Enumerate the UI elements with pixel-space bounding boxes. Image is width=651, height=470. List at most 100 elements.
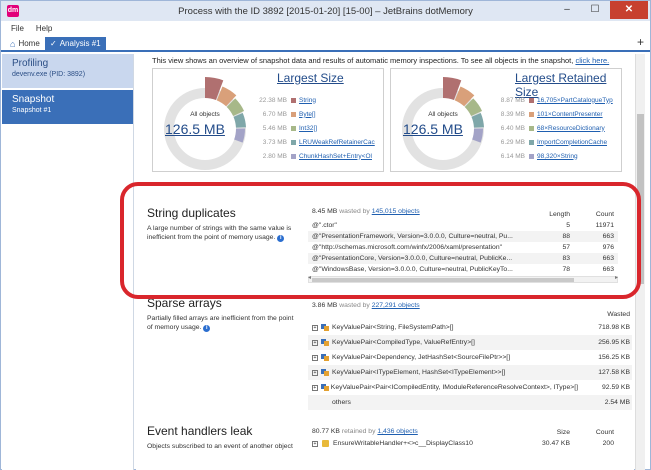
table-row[interactable]: + KeyValuePair<Dependency, JetHashSet<Sou… <box>308 350 632 365</box>
list-item[interactable]: 22.38 MB String <box>253 93 383 107</box>
close-button[interactable]: ✕ <box>610 1 648 19</box>
item-name-link[interactable]: ImportCompletionCache <box>537 139 607 146</box>
menu-help[interactable]: Help <box>36 24 52 33</box>
item-name-link[interactable]: LRUWeakRefRetainerCac <box>299 139 375 146</box>
array-type-label: KeyValuePair<Dependency, JetHashSet<Sour… <box>332 354 511 361</box>
column-size[interactable]: Size <box>530 429 570 436</box>
wasted-value: 156.25 KB <box>598 354 630 361</box>
item-size: 8.87 MB <box>500 96 525 104</box>
array-type: + KeyValuePair<String, FileSystemPath>[] <box>308 324 578 331</box>
color-swatch-icon <box>529 125 534 131</box>
sparse-arrays-desc-text: Partially filled arrays are inefficient … <box>147 315 294 331</box>
item-name-link[interactable]: ChunkHashSet+Entry<Ol <box>299 153 372 160</box>
largest-retained-list: 8.87 MB 16,705×PartCatalogueTyp 8.39 MB 101… <box>491 93 621 163</box>
handler-name-label: EnsureWritableHandler+<>c__DisplayClass1… <box>333 440 473 447</box>
home-icon: ⌂ <box>10 39 16 49</box>
table-row[interactable]: + KeyValuePair<Pair<ICompiledEntity, IMod… <box>308 380 632 395</box>
list-item[interactable]: 5.46 MB Int32[] <box>253 121 383 135</box>
table-row[interactable]: @"PresentationFramework, Version=3.0.0.0… <box>308 231 618 242</box>
wasted-value: 92.59 KB <box>602 384 630 391</box>
sparse-arrays-table: Wasted + KeyValuePair<String, FileSystemP… <box>308 308 632 410</box>
vertical-scrollbar[interactable] <box>635 54 645 470</box>
scrollbar-thumb[interactable] <box>637 114 644 284</box>
string-count: 663 <box>602 255 614 262</box>
scroll-left-arrow-icon[interactable]: ◂ <box>308 274 311 281</box>
string-count: 11971 <box>595 222 614 229</box>
item-name-link[interactable]: 16,705×PartCatalogueTyp <box>537 97 613 104</box>
list-item[interactable]: 8.39 MB 101×ContentPresenter <box>491 107 621 121</box>
item-size: 6.40 MB <box>500 124 525 132</box>
list-item[interactable]: 6.40 MB 68×ResourceDictionary <box>491 121 621 135</box>
tab-analysis[interactable]: ✓ Analysis #1 <box>45 37 106 51</box>
item-name-link[interactable]: Byte[] <box>299 111 316 118</box>
array-type-label: KeyValuePair<Pair<ICompiledEntity, IModu… <box>330 384 578 391</box>
item-size: 2.80 MB <box>262 152 287 160</box>
array-type: others <box>308 399 578 406</box>
column-length[interactable]: Length <box>530 211 570 218</box>
table-row[interactable]: + KeyValuePair<String, FileSystemPath>[] 7… <box>308 320 632 335</box>
largest-size-title[interactable]: Largest Size <box>277 71 344 85</box>
table-header: Length Count <box>308 208 618 220</box>
item-name-link[interactable]: 101×ContentPresenter <box>537 111 603 118</box>
add-tab-button[interactable]: + <box>637 35 644 49</box>
menu-file[interactable]: File <box>11 24 24 33</box>
item-name-link[interactable]: Int32[] <box>299 125 317 132</box>
color-swatch-icon <box>291 111 296 117</box>
column-count[interactable]: Count <box>570 211 614 218</box>
expand-icon[interactable]: + <box>312 339 318 346</box>
list-item[interactable]: 8.87 MB 16,705×PartCatalogueTyp <box>491 93 621 107</box>
horizontal-scrollbar[interactable]: ◂ ▸ <box>308 274 618 283</box>
table-row[interactable]: @"http://schemas.microsoft.com/winfx/200… <box>308 242 618 253</box>
expand-icon[interactable]: + <box>312 324 318 331</box>
checkmark-icon: ✓ <box>50 39 57 48</box>
expand-icon[interactable]: + <box>312 384 318 391</box>
scroll-right-arrow-icon[interactable]: ▸ <box>615 274 618 281</box>
event-handlers-rows: + EnsureWritableHandler+<>c__DisplayClass… <box>308 438 618 449</box>
string-count: 663 <box>602 233 614 240</box>
item-name-link[interactable]: 68×ResourceDictionary <box>537 125 605 132</box>
table-row[interactable]: + KeyValuePair<ITypeElement, HashSet<ITyp… <box>308 365 632 380</box>
largest-size-list: 22.38 MB String 6.70 MB Byte[] 5.46 MB Int32[… <box>253 93 383 163</box>
total-retained-value[interactable]: 126.5 MB <box>403 121 463 137</box>
column-count[interactable]: Count <box>570 429 614 436</box>
info-icon[interactable]: i <box>203 325 211 332</box>
list-item[interactable]: 2.80 MB ChunkHashSet+Entry<Ol <box>253 149 383 163</box>
string-duplicates-section: String duplicates A large number of stri… <box>136 190 634 294</box>
maximize-button[interactable]: ☐ <box>582 1 608 19</box>
table-row[interactable]: + EnsureWritableHandler+<>c__DisplayClass… <box>308 438 618 449</box>
minimize-button[interactable]: – <box>554 1 580 19</box>
click-here-link[interactable]: click here. <box>575 56 609 65</box>
item-size: 5.46 MB <box>262 124 287 132</box>
tab-home[interactable]: ⌂ Home <box>5 37 45 51</box>
column-wasted[interactable]: Wasted <box>578 311 630 318</box>
list-item[interactable]: 3.73 MB LRUWeakRefRetainerCac <box>253 135 383 149</box>
string-length: 5 <box>566 222 570 229</box>
list-item[interactable]: 6.14 MB 98,320×String <box>491 149 621 163</box>
event-handler-icon <box>322 440 329 447</box>
table-header: Size Count <box>308 426 618 438</box>
expand-icon[interactable]: + <box>312 440 318 447</box>
table-row[interactable]: @"PresentationCore, Version=3.0.0.0, Cul… <box>308 253 618 264</box>
item-name-link[interactable]: 98,320×String <box>537 153 578 160</box>
table-row[interactable]: + KeyValuePair<CompiledType, ValueRefEntr… <box>308 335 632 350</box>
table-row[interactable]: others 2.54 MB <box>308 395 632 410</box>
array-type-label: KeyValuePair<ITypeElement, HashSet<IType… <box>332 369 506 376</box>
sidebar-item-profiling[interactable]: Profiling devenv.exe (PID: 3892) <box>2 54 133 88</box>
overview-note-text: This view shows an overview of snapshot … <box>152 56 574 65</box>
sidebar-item-snapshot[interactable]: Snapshot Snapshot #1 <box>2 90 133 124</box>
color-swatch-icon <box>529 111 534 117</box>
item-name-link[interactable]: String <box>299 97 316 104</box>
list-item[interactable]: 6.29 MB ImportCompletionCache <box>491 135 621 149</box>
total-size-value[interactable]: 126.5 MB <box>165 121 225 137</box>
expand-icon[interactable]: + <box>312 369 318 376</box>
key-value-pair-icon <box>321 369 329 376</box>
handler-name: + EnsureWritableHandler+<>c__DisplayClass… <box>308 440 530 447</box>
info-icon[interactable]: i <box>277 235 285 242</box>
color-swatch-icon <box>291 139 296 145</box>
table-row[interactable]: @"WindowsBase, Version=3.0.0.0, Culture=… <box>308 264 618 275</box>
scrollbar-thumb[interactable] <box>312 278 574 282</box>
table-header: Wasted <box>308 308 632 320</box>
expand-icon[interactable]: + <box>312 354 318 361</box>
table-row[interactable]: @".ctor" 5 11971 <box>308 220 618 231</box>
list-item[interactable]: 6.70 MB Byte[] <box>253 107 383 121</box>
